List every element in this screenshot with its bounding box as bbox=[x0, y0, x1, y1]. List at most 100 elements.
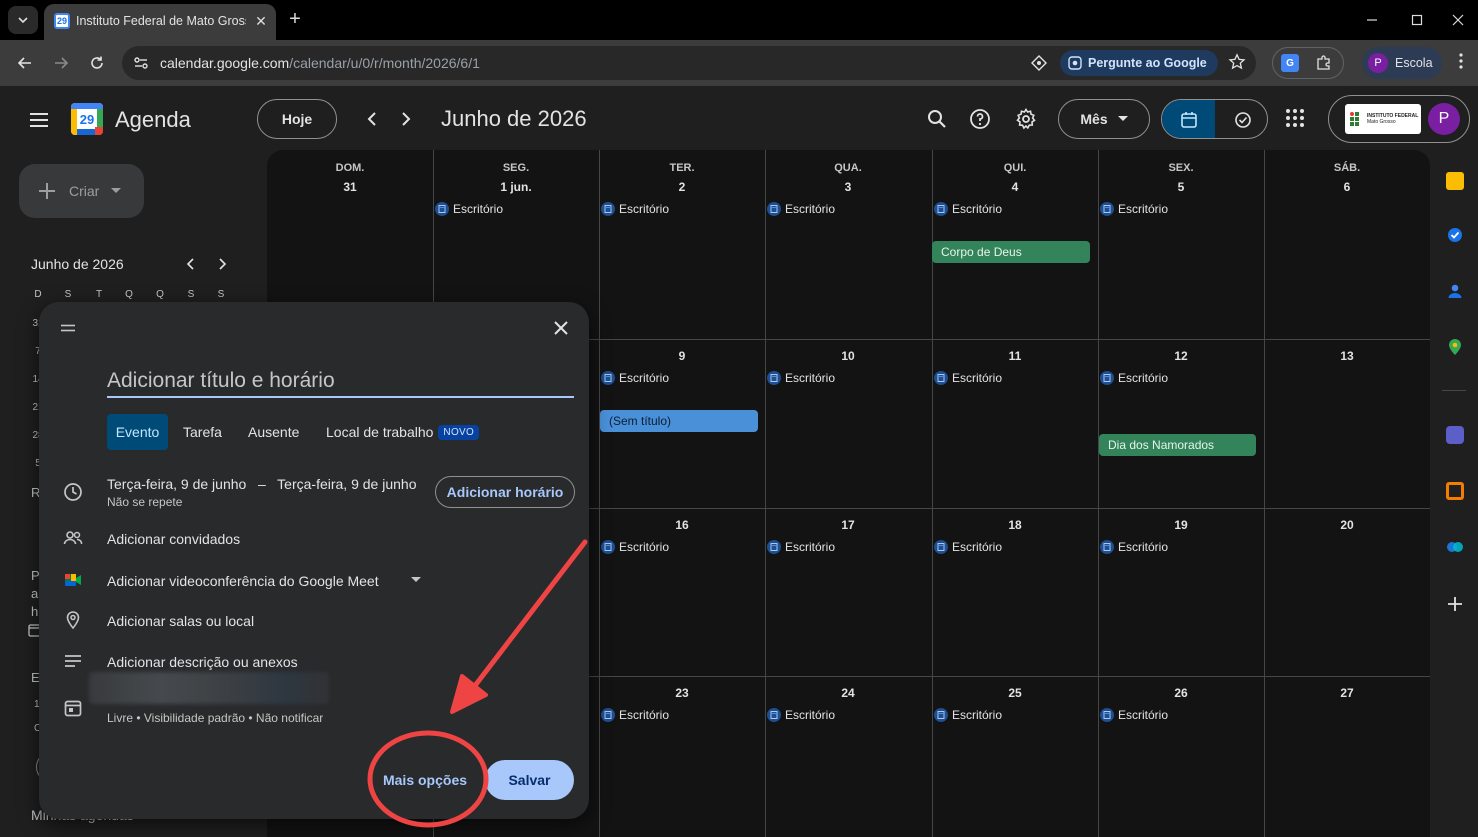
day-number[interactable]: 11 bbox=[932, 349, 1098, 363]
working-location-office[interactable]: Escritório bbox=[601, 370, 669, 386]
maximize-icon[interactable] bbox=[1397, 8, 1437, 32]
day-number[interactable]: 27 bbox=[1264, 686, 1430, 700]
bookmark-star-icon[interactable] bbox=[1228, 53, 1246, 71]
calendar-status[interactable]: Livre • Visibilidade padrão • Não notifi… bbox=[107, 711, 323, 725]
day-number[interactable]: 6 bbox=[1264, 180, 1430, 194]
day-number[interactable]: 26 bbox=[1098, 686, 1264, 700]
day-number[interactable]: 1 jun. bbox=[433, 180, 599, 194]
settings-gear-icon[interactable] bbox=[1014, 107, 1038, 131]
add-description-field[interactable]: Adicionar descrição ou anexos bbox=[107, 654, 298, 670]
lens-icon[interactable] bbox=[1030, 54, 1048, 72]
working-location-office[interactable]: Escritório bbox=[934, 539, 1002, 555]
event-chip-holiday[interactable]: Dia dos Namorados bbox=[1099, 434, 1256, 456]
working-location-office[interactable]: Escritório bbox=[767, 539, 835, 555]
hamburger-menu-icon[interactable] bbox=[26, 107, 52, 133]
working-location-office[interactable]: Escritório bbox=[934, 370, 1002, 386]
working-location-office[interactable]: Escritório bbox=[1100, 201, 1168, 217]
working-location-office[interactable]: Escritório bbox=[435, 201, 503, 217]
more-options-button[interactable]: Mais opções bbox=[375, 762, 475, 798]
tab-workplace[interactable]: Local de trabalho NOVO bbox=[326, 414, 480, 450]
working-location-office[interactable]: Escritório bbox=[601, 707, 669, 723]
tab-away[interactable]: Ausente bbox=[248, 414, 299, 450]
day-number[interactable]: 13 bbox=[1264, 349, 1430, 363]
tasks-view-toggle[interactable] bbox=[1216, 100, 1267, 138]
back-arrow-icon[interactable] bbox=[12, 51, 38, 75]
account-chip[interactable]: INSTITUTO FEDERAL Mato Grosso P bbox=[1328, 95, 1470, 143]
day-number[interactable]: 10 bbox=[765, 349, 931, 363]
working-location-office[interactable]: Escritório bbox=[767, 201, 835, 217]
help-icon[interactable] bbox=[968, 107, 992, 131]
tab-task[interactable]: Tarefa bbox=[183, 414, 222, 450]
chevron-right-icon[interactable] bbox=[394, 108, 416, 130]
puzzle-extensions-icon[interactable] bbox=[1315, 54, 1333, 72]
event-chip-selected[interactable]: (Sem título) bbox=[600, 410, 758, 432]
working-location-office[interactable]: Escritório bbox=[601, 201, 669, 217]
event-title-input[interactable] bbox=[107, 366, 574, 398]
browser-menu-icon[interactable] bbox=[1458, 52, 1464, 70]
day-number[interactable]: 25 bbox=[932, 686, 1098, 700]
teams-icon[interactable] bbox=[1446, 426, 1464, 444]
working-location-office[interactable]: Escritório bbox=[601, 539, 669, 555]
keep-icon[interactable] bbox=[1446, 172, 1464, 190]
omnibox[interactable]: calendar.google.com/calendar/u/0/r/month… bbox=[122, 46, 1256, 80]
day-number[interactable]: 9 bbox=[599, 349, 765, 363]
tab-search-dropdown[interactable] bbox=[8, 6, 38, 34]
day-number[interactable]: 17 bbox=[765, 518, 931, 532]
event-date-range[interactable]: Terça-feira, 9 de junho – Terça-feira, 9… bbox=[107, 476, 416, 492]
today-button[interactable]: Hoje bbox=[257, 99, 337, 139]
save-button[interactable]: Salvar bbox=[485, 760, 574, 800]
add-guests-field[interactable]: Adicionar convidados bbox=[107, 531, 240, 547]
office-addon-icon[interactable] bbox=[1446, 482, 1464, 500]
working-location-office[interactable]: Escritório bbox=[934, 707, 1002, 723]
google-apps-grid-icon[interactable] bbox=[1285, 108, 1305, 128]
new-tab-icon[interactable]: + bbox=[284, 8, 306, 30]
working-location-office[interactable]: Escritório bbox=[1100, 370, 1168, 386]
add-location-field[interactable]: Adicionar salas ou local bbox=[107, 613, 254, 629]
create-button[interactable]: Criar bbox=[19, 164, 144, 218]
ask-google-button[interactable]: Pergunte ao Google bbox=[1060, 50, 1218, 76]
browser-profile-chip[interactable]: P Escola bbox=[1362, 47, 1442, 79]
contacts-icon[interactable] bbox=[1446, 282, 1464, 300]
day-number[interactable]: 5 bbox=[1098, 180, 1264, 194]
day-number[interactable]: 12 bbox=[1098, 349, 1264, 363]
working-location-office[interactable]: Escritório bbox=[934, 201, 1002, 217]
webex-icon[interactable] bbox=[1446, 538, 1464, 556]
search-icon[interactable] bbox=[925, 107, 949, 131]
minimize-icon[interactable] bbox=[1352, 8, 1392, 32]
site-settings-icon[interactable] bbox=[132, 54, 150, 72]
mini-chevron-left-icon[interactable] bbox=[183, 256, 199, 272]
add-addon-plus-icon[interactable] bbox=[1446, 595, 1464, 613]
mini-chevron-right-icon[interactable] bbox=[214, 256, 230, 272]
working-location-office[interactable]: Escritório bbox=[767, 707, 835, 723]
reload-icon[interactable] bbox=[84, 51, 110, 75]
working-location-office[interactable]: Escritório bbox=[767, 370, 835, 386]
add-time-button[interactable]: Adicionar horário bbox=[435, 476, 575, 508]
drag-handle-icon[interactable] bbox=[61, 324, 75, 332]
day-number[interactable]: 19 bbox=[1098, 518, 1264, 532]
day-number[interactable]: 16 bbox=[599, 518, 765, 532]
forward-arrow-icon[interactable] bbox=[48, 51, 74, 75]
working-location-office[interactable]: Escritório bbox=[1100, 539, 1168, 555]
browser-tab-active[interactable]: 29 Instituto Federal de Mato Grosso ✕ bbox=[44, 4, 276, 40]
caret-down-icon[interactable] bbox=[411, 577, 421, 583]
repeat-setting[interactable]: Não se repete bbox=[107, 495, 182, 509]
day-number[interactable]: 3 bbox=[765, 180, 931, 194]
maps-icon[interactable] bbox=[1446, 338, 1464, 356]
close-window-icon[interactable] bbox=[1438, 8, 1478, 32]
event-chip-holiday[interactable]: Corpo de Deus bbox=[932, 241, 1090, 263]
view-selector-dropdown[interactable]: Mês bbox=[1058, 99, 1150, 139]
translate-extension-icon[interactable]: G bbox=[1281, 54, 1299, 72]
close-tab-icon[interactable]: ✕ bbox=[252, 12, 270, 30]
day-number[interactable]: 18 bbox=[932, 518, 1098, 532]
day-number[interactable]: 24 bbox=[765, 686, 931, 700]
day-number[interactable]: 20 bbox=[1264, 518, 1430, 532]
close-icon[interactable] bbox=[551, 318, 571, 338]
calendar-view-toggle[interactable] bbox=[1162, 100, 1215, 138]
day-number[interactable]: 2 bbox=[599, 180, 765, 194]
tab-event[interactable]: Evento bbox=[107, 414, 168, 450]
tasks-icon[interactable] bbox=[1446, 226, 1464, 244]
add-meet-field[interactable]: Adicionar videoconferência do Google Mee… bbox=[107, 573, 379, 589]
working-location-office[interactable]: Escritório bbox=[1100, 707, 1168, 723]
chevron-left-icon[interactable] bbox=[362, 108, 384, 130]
day-number[interactable]: 31 bbox=[267, 180, 433, 194]
